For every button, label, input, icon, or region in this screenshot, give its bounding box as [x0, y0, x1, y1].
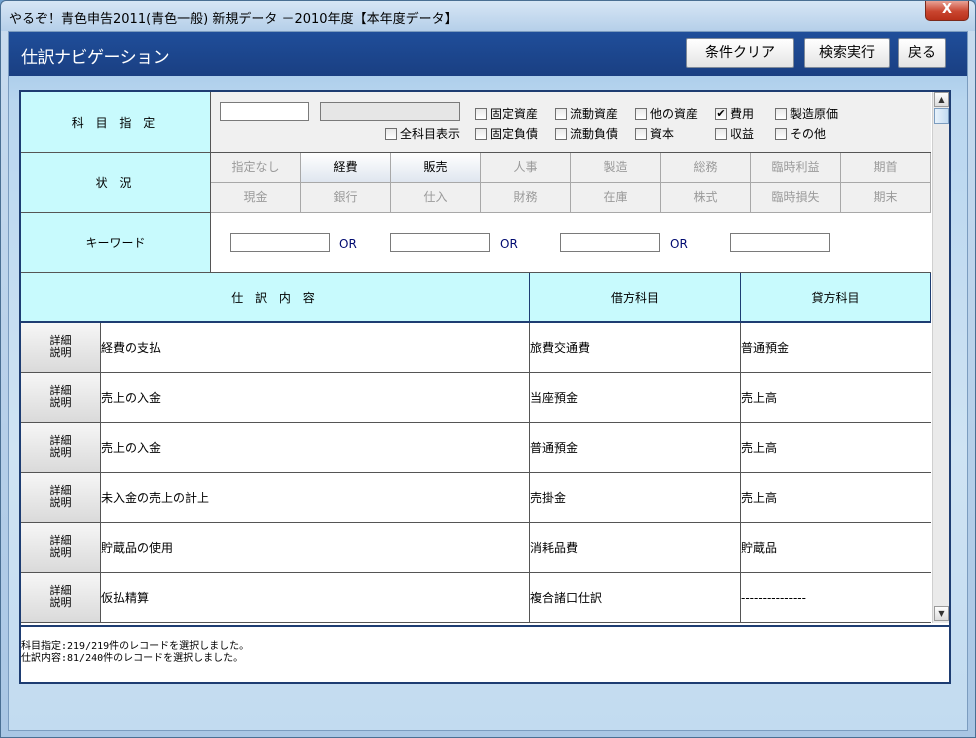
page-title: 仕訳ナビゲーション [21, 48, 170, 68]
subject-code-input[interactable] [220, 102, 309, 121]
checkmark-icon: ✔ [715, 106, 727, 120]
status-button-area: 指定なし 経費 販売 人事 製造 総務 臨時利益 期首 現金 銀行 仕入 財務 … [211, 153, 931, 213]
expense-checkbox[interactable]: ✔ 費用 [715, 105, 754, 122]
status-btn-personnel[interactable]: 人事 [481, 153, 571, 183]
status-btn-period-start[interactable]: 期首 [841, 153, 931, 183]
cell-content: 売上の入金 [101, 373, 530, 422]
close-icon: X [941, 2, 953, 17]
scroll-down-arrow-icon[interactable]: ▼ [934, 606, 949, 621]
current-liabilities-checkbox[interactable]: 流動負債 [555, 125, 618, 142]
search-execute-button[interactable]: 検索実行 [804, 38, 890, 68]
capital-checkbox[interactable]: 資本 [635, 125, 674, 142]
cell-debit: 普通預金 [530, 423, 741, 472]
table-row[interactable]: 詳細 説明 仮払精算 複合諸口仕訳 --------------- [21, 573, 931, 623]
detail-button[interactable]: 詳細 説明 [21, 573, 101, 622]
app-window: やるぞ！青色申告2011(青色一般) 新規データ －2010年度【本年度データ】… [0, 0, 976, 738]
table-row[interactable]: 詳細 説明 未入金の売上の計上 売掛金 売上高 [21, 473, 931, 523]
detail-button[interactable]: 詳細 説明 [21, 423, 101, 472]
status-btn-finance[interactable]: 財務 [481, 183, 571, 213]
status-btn-stock[interactable]: 株式 [661, 183, 751, 213]
status-line-subject: 科目指定:219/219件のレコードを選択しました。 [21, 641, 250, 652]
cell-credit: 売上高 [741, 391, 778, 405]
navigation-panel: 科 目 指 定 固定資産 流動資産 他の資産 ✔ 費用 製造原価 全科目表示 固定… [19, 90, 951, 684]
or-label-1: OR [339, 237, 357, 251]
keyword-area: OR OR OR [211, 213, 931, 273]
status-label: 状 況 [21, 153, 211, 213]
keyword-input-4[interactable] [730, 233, 830, 252]
keyword-input-2[interactable] [390, 233, 490, 252]
table-row[interactable]: 詳細 説明 売上の入金 普通預金 売上高 [21, 423, 931, 473]
or-label-2: OR [500, 237, 518, 251]
cell-content: 貯蔵品の使用 [101, 523, 530, 572]
cell-credit: 貯蔵品 [741, 541, 778, 555]
status-btn-expense[interactable]: 経費 [301, 153, 391, 183]
revenue-checkbox[interactable]: 収益 [715, 125, 754, 142]
status-btn-inventory[interactable]: 在庫 [571, 183, 661, 213]
status-btn-extra-loss[interactable]: 臨時損失 [751, 183, 841, 213]
cell-debit: 売掛金 [530, 473, 741, 522]
cell-credit: 売上高 [741, 491, 778, 505]
status-line-content: 仕訳内容:81/240件のレコードを選択しました。 [21, 653, 244, 664]
back-button[interactable]: 戻る [898, 38, 946, 68]
cell-debit: 消耗品費 [530, 523, 741, 572]
window-title: やるぞ！青色申告2011(青色一般) 新規データ －2010年度【本年度データ】 [9, 12, 458, 27]
table-row[interactable]: 詳細 説明 売上の入金 当座預金 売上高 [21, 373, 931, 423]
mfg-cost-checkbox[interactable]: 製造原価 [775, 105, 838, 122]
cell-content: 売上の入金 [101, 423, 530, 472]
cell-content: 未入金の売上の計上 [101, 473, 530, 522]
show-all-subjects-checkbox[interactable]: 全科目表示 [385, 125, 460, 142]
status-message-area: 科目指定:219/219件のレコードを選択しました。 仕訳内容:81/240件の… [21, 625, 949, 682]
other-assets-checkbox[interactable]: 他の資産 [635, 105, 698, 122]
scroll-thumb[interactable] [934, 108, 949, 124]
table-row[interactable]: 詳細 説明 貯蔵品の使用 消耗品費 貯蔵品 [21, 523, 931, 573]
status-btn-extra-gain[interactable]: 臨時利益 [751, 153, 841, 183]
other-checkbox[interactable]: その他 [775, 125, 826, 142]
close-button[interactable]: X [925, 1, 969, 21]
scroll-up-arrow-icon[interactable]: ▲ [934, 92, 949, 107]
detail-button[interactable]: 詳細 説明 [21, 373, 101, 422]
status-btn-manufacturing[interactable]: 製造 [571, 153, 661, 183]
vertical-scrollbar[interactable]: ▲ ▼ [932, 92, 949, 623]
detail-button[interactable]: 詳細 説明 [21, 323, 101, 372]
cell-content: 経費の支払 [101, 323, 530, 372]
subject-label: 科 目 指 定 [21, 92, 211, 153]
keyword-input-1[interactable] [230, 233, 330, 252]
fixed-liabilities-checkbox[interactable]: 固定負債 [475, 125, 538, 142]
cell-debit: 当座預金 [530, 373, 741, 422]
keyword-input-3[interactable] [560, 233, 660, 252]
title-bar[interactable]: やるぞ！青色申告2011(青色一般) 新規データ －2010年度【本年度データ】… [1, 1, 975, 31]
header-debit: 借方科目 [530, 273, 741, 323]
subject-name-field [320, 102, 460, 121]
or-label-3: OR [670, 237, 688, 251]
cell-content: 仮払精算 [101, 573, 530, 622]
detail-button[interactable]: 詳細 説明 [21, 473, 101, 522]
table-row[interactable]: 詳細 説明 経費の支払 旅費交通費 普通預金 [21, 323, 931, 373]
status-btn-general-affairs[interactable]: 総務 [661, 153, 751, 183]
clear-conditions-button[interactable]: 条件クリア [686, 38, 794, 68]
cell-debit: 旅費交通費 [530, 323, 741, 372]
status-btn-bank[interactable]: 銀行 [301, 183, 391, 213]
status-btn-none[interactable]: 指定なし [211, 153, 301, 183]
status-btn-purchase[interactable]: 仕入 [391, 183, 481, 213]
status-btn-period-end[interactable]: 期末 [841, 183, 931, 213]
cell-credit: 売上高 [741, 441, 778, 455]
cell-debit: 複合諸口仕訳 [530, 573, 741, 622]
fixed-assets-checkbox[interactable]: 固定資産 [475, 105, 538, 122]
header-band: 仕訳ナビゲーション 条件クリア 検索実行 戻る [9, 32, 967, 76]
current-assets-checkbox[interactable]: 流動資産 [555, 105, 618, 122]
subject-area: 固定資産 流動資産 他の資産 ✔ 費用 製造原価 全科目表示 固定負債 流動負債 … [211, 92, 931, 153]
status-btn-cash[interactable]: 現金 [211, 183, 301, 213]
keyword-label: キーワード [21, 213, 211, 273]
cell-credit: --------------- [741, 590, 806, 605]
header-credit: 貸方科目 [741, 273, 931, 323]
cell-credit: 普通預金 [741, 341, 790, 355]
status-btn-sales[interactable]: 販売 [391, 153, 481, 183]
header-content: 仕 訳 内 容 [21, 273, 530, 323]
detail-button[interactable]: 詳細 説明 [21, 523, 101, 572]
